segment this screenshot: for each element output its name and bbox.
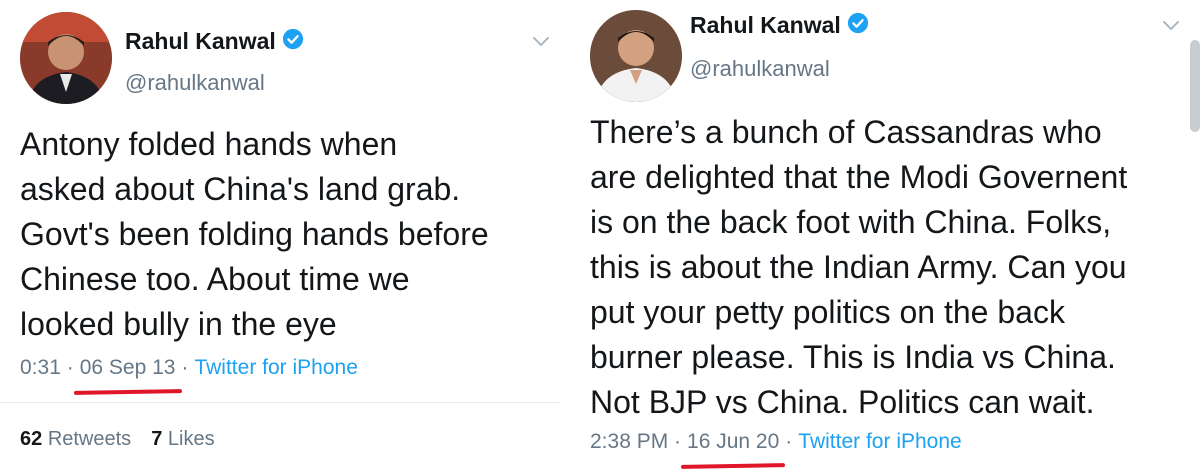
- tweet-1[interactable]: Rahul Kanwal @rahulkanwal Antony folded …: [0, 0, 570, 465]
- meta-separator: ·: [785, 430, 793, 453]
- retweets-label: Retweets: [47, 428, 132, 450]
- divider: [0, 402, 560, 403]
- author-row: Rahul Kanwal: [125, 28, 304, 55]
- verified-badge-icon: [282, 28, 304, 55]
- avatar[interactable]: [20, 12, 112, 104]
- verified-badge-icon: [847, 12, 869, 39]
- retweets-stat[interactable]: 62 Retweets: [20, 428, 131, 451]
- meta-separator: ·: [181, 356, 189, 379]
- tweet-date-wrap: 16 Jun 20: [681, 430, 786, 469]
- tweet-source[interactable]: Twitter for iPhone: [194, 356, 357, 380]
- tweet-time: 0:31 ·: [20, 356, 74, 379]
- chevron-down-icon[interactable]: [530, 30, 552, 52]
- tweet-meta: 0:31 · 06 Sep 13 · Twitter for iPhone: [20, 356, 358, 395]
- author-name[interactable]: Rahul Kanwal: [690, 12, 841, 39]
- tweet-time: 2:38 PM ·: [590, 430, 682, 453]
- red-underline: [681, 463, 786, 469]
- retweets-count: 62: [20, 428, 43, 450]
- tweet-date-wrap: 06 Sep 13: [73, 356, 182, 395]
- red-underline: [73, 389, 182, 395]
- tweet-date[interactable]: 16 Jun 20: [687, 430, 779, 453]
- tweet-stats: 62 Retweets 7 Likes: [20, 428, 215, 451]
- scrollbar[interactable]: [1190, 40, 1200, 132]
- likes-count: 7: [151, 428, 163, 450]
- tweet-text: There’s a bunch of Cassandras who are de…: [590, 114, 1128, 420]
- avatar[interactable]: [590, 10, 682, 102]
- tweet-date[interactable]: 06 Sep 13: [80, 356, 176, 379]
- author-name[interactable]: Rahul Kanwal: [125, 28, 276, 55]
- likes-stat[interactable]: 7 Likes: [151, 428, 214, 451]
- author-row: Rahul Kanwal: [690, 12, 869, 39]
- author-handle[interactable]: @rahulkanwal: [690, 56, 830, 82]
- tweet-text: Antony folded hands when asked about Chi…: [20, 126, 489, 342]
- likes-label: Likes: [167, 428, 215, 450]
- author-handle[interactable]: @rahulkanwal: [125, 70, 265, 96]
- tweet-2[interactable]: Rahul Kanwal @rahulkanwal There’s a bunc…: [570, 0, 1200, 469]
- tweet-meta: 2:38 PM · 16 Jun 20 · Twitter for iPhone: [590, 430, 962, 469]
- tweet-source[interactable]: Twitter for iPhone: [798, 430, 961, 454]
- chevron-down-icon[interactable]: [1160, 14, 1182, 36]
